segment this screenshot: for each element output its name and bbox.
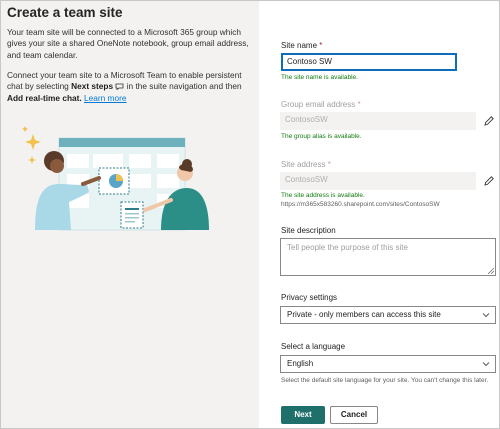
required-marker: * xyxy=(319,41,323,50)
group-email-status: The group alias is available. xyxy=(281,133,362,140)
required-marker: * xyxy=(357,100,361,109)
next-button[interactable]: Next xyxy=(281,406,325,424)
language-hint: Select the default site language for you… xyxy=(281,377,489,384)
required-marker: * xyxy=(327,160,331,169)
pencil-icon[interactable] xyxy=(483,115,495,127)
site-address-status: The site address is available. xyxy=(281,192,365,199)
add-chat-emphasis: Add real-time chat. xyxy=(7,92,82,103)
site-address-url: https://m365x583260.sharepoint.com/sites… xyxy=(281,201,440,208)
group-email-label: Group email address * xyxy=(281,100,361,109)
site-description-label: Site description xyxy=(281,226,336,235)
team-collaboration-illustration xyxy=(22,126,209,231)
next-steps-emphasis: Next steps xyxy=(71,81,114,92)
group-email-input: ContosoSW xyxy=(280,112,476,130)
teams-info-text: Connect your team site to a Microsoft Te… xyxy=(7,70,255,104)
site-name-input[interactable]: Contoso SW xyxy=(281,53,457,71)
page-title: Create a team site xyxy=(7,5,123,20)
site-address-input: ContosoSW xyxy=(280,172,476,190)
sparkle-tiny-icon xyxy=(28,156,36,164)
teams-info-part2: in the suite navigation and then xyxy=(124,81,242,92)
site-address-label: Site address * xyxy=(281,160,331,169)
site-description-placeholder: Tell people the purpose of this site xyxy=(287,243,408,252)
privacy-settings-value: Private - only members can access this s… xyxy=(287,310,441,319)
sparkle-small-icon xyxy=(22,126,28,132)
site-name-label-text: Site name xyxy=(281,41,318,50)
cancel-button[interactable]: Cancel xyxy=(330,406,378,424)
chevron-down-icon xyxy=(482,362,490,367)
site-name-label: Site name * xyxy=(281,41,322,50)
pencil-icon[interactable] xyxy=(483,175,495,187)
intro-text: Your team site will be connected to a Mi… xyxy=(7,27,249,60)
privacy-settings-dropdown[interactable]: Private - only members can access this s… xyxy=(280,306,496,324)
info-pane: Create a team site Your team site will b… xyxy=(1,1,259,428)
site-address-label-text: Site address xyxy=(281,160,326,169)
privacy-settings-label: Privacy settings xyxy=(281,293,338,302)
group-email-label-text: Group email address xyxy=(281,100,356,109)
resize-handle-icon[interactable] xyxy=(488,268,494,274)
language-label: Select a language xyxy=(281,342,346,351)
language-dropdown[interactable]: English xyxy=(280,355,496,373)
chevron-down-icon xyxy=(482,313,490,318)
site-name-status: The site name is available. xyxy=(281,74,358,81)
language-value: English xyxy=(287,359,314,368)
sparkle-icon xyxy=(25,134,41,150)
learn-more-link[interactable]: Learn more xyxy=(84,93,126,103)
site-description-textarea[interactable]: Tell people the purpose of this site xyxy=(280,238,496,276)
form-pane: Site name * Contoso SW The site name is … xyxy=(259,1,499,428)
